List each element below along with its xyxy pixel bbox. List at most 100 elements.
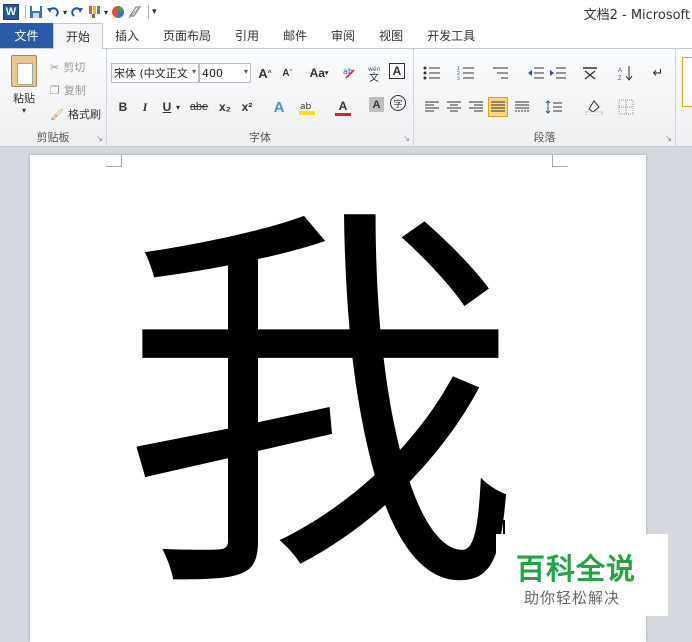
undo-dropdown-icon[interactable]: ▾ bbox=[63, 3, 67, 21]
decrease-indent-icon[interactable] bbox=[526, 63, 546, 83]
clear-formatting-icon[interactable]: ab bbox=[341, 63, 361, 83]
bold-button[interactable]: B bbox=[113, 97, 133, 117]
scissors-icon: ✂ bbox=[50, 60, 60, 74]
color-wheel-icon[interactable] bbox=[111, 3, 125, 21]
caret-down-icon: ˇ bbox=[289, 69, 292, 77]
tab-developer[interactable]: 开发工具 bbox=[415, 23, 487, 48]
highlight-icon[interactable]: ab bbox=[297, 97, 317, 117]
character-border-icon[interactable]: A bbox=[389, 63, 405, 79]
font-color-label: A bbox=[338, 98, 348, 113]
tab-home[interactable]: 开始 bbox=[53, 23, 104, 49]
ribbon: 粘贴 ▾ ✂ 剪切 ❐ 复制 🖌 格式刷 剪贴板 ↘ 宋体 (中文正文 ▾ 40… bbox=[0, 49, 692, 147]
font-group: 宋体 (中文正文 ▾ 400 ▾ A ^ Aˇ Aa ▾ ab wén 文 A B I… bbox=[107, 49, 414, 147]
paragraph-group-label: 段落 bbox=[533, 131, 556, 144]
subscript-button[interactable]: x₂ bbox=[215, 97, 235, 117]
show-marks-icon[interactable]: ↵ bbox=[648, 63, 668, 83]
align-left-icon[interactable] bbox=[422, 97, 442, 117]
multilevel-list-icon[interactable] bbox=[490, 63, 510, 83]
svg-text:Z: Z bbox=[618, 76, 622, 81]
svg-text:A: A bbox=[618, 68, 622, 74]
dialog-launcher-icon[interactable]: ↘ bbox=[665, 134, 672, 143]
margin-corner-mark bbox=[552, 155, 568, 167]
caret-up-icon: ^ bbox=[267, 69, 272, 77]
svg-text:wén: wén bbox=[368, 66, 381, 73]
styles-gallery-edge[interactable] bbox=[682, 57, 692, 107]
bullets-icon[interactable] bbox=[422, 63, 442, 83]
font-name-combo[interactable]: 宋体 (中文正文 ▾ bbox=[111, 63, 199, 83]
underline-dropdown-icon[interactable]: ▾ bbox=[173, 97, 183, 117]
separator bbox=[148, 5, 150, 19]
increase-indent-icon[interactable] bbox=[548, 63, 568, 83]
grow-font-icon[interactable]: A ^ bbox=[255, 63, 275, 83]
clipboard-group: 粘贴 ▾ ✂ 剪切 ❐ 复制 🖌 格式刷 剪贴板 ↘ bbox=[0, 49, 107, 147]
enclose-char-button[interactable]: 字 bbox=[390, 95, 406, 111]
numbering-icon[interactable]: 123 bbox=[456, 63, 476, 83]
font-name-value: 宋体 (中文正文 bbox=[114, 67, 188, 80]
chinese-layout-icon[interactable] bbox=[580, 63, 600, 83]
font-color-button[interactable]: A bbox=[333, 97, 353, 117]
justify-icon[interactable] bbox=[488, 97, 508, 117]
shrink-font-icon[interactable]: Aˇ bbox=[277, 63, 297, 83]
tab-insert[interactable]: 插入 bbox=[103, 23, 151, 48]
sort-icon[interactable]: AZ bbox=[616, 63, 636, 83]
copy-button[interactable]: ❐ 复制 bbox=[50, 82, 86, 98]
redo-icon[interactable] bbox=[70, 3, 84, 21]
dialog-launcher-icon[interactable]: ↘ bbox=[403, 134, 410, 143]
phonetic-guide-icon[interactable]: wén 文 bbox=[365, 63, 385, 83]
document-text[interactable]: 我 bbox=[120, 195, 540, 625]
chevron-down-icon: ▾ bbox=[191, 67, 196, 76]
borders-icon[interactable] bbox=[616, 97, 636, 117]
customize-toolbar-icon[interactable]: ▾ bbox=[152, 3, 157, 21]
tab-mailings[interactable]: 邮件 bbox=[271, 23, 319, 48]
tab-review[interactable]: 审阅 bbox=[319, 23, 367, 48]
copy-icon: ❐ bbox=[50, 83, 60, 97]
char-shading-button[interactable]: A bbox=[369, 97, 384, 112]
brush-dropdown-icon[interactable]: ▾ bbox=[104, 3, 108, 21]
watermark-title: 百科全说 bbox=[516, 552, 637, 586]
copy-label: 复制 bbox=[63, 84, 86, 97]
dialog-launcher-icon[interactable]: ↘ bbox=[96, 134, 103, 143]
grow-font-label: A bbox=[258, 65, 268, 81]
shading-icon[interactable] bbox=[584, 97, 604, 117]
ribbon-tabs: 文件 开始 插入 页面布局 引用 邮件 审阅 视图 开发工具 bbox=[0, 23, 692, 49]
paste-button[interactable]: 粘贴 ▾ bbox=[6, 55, 42, 125]
italic-button[interactable]: I bbox=[135, 97, 155, 117]
tab-references[interactable]: 引用 bbox=[223, 23, 271, 48]
text-effects-icon[interactable]: A bbox=[269, 97, 289, 117]
change-case-icon[interactable]: Aa ▾ bbox=[305, 63, 333, 83]
ruler-area bbox=[0, 147, 692, 155]
clear-format-icon[interactable] bbox=[128, 3, 142, 21]
align-right-icon[interactable] bbox=[466, 97, 486, 117]
chevron-down-icon: ▾ bbox=[324, 70, 329, 77]
svg-text:3: 3 bbox=[457, 76, 460, 81]
tab-page-layout[interactable]: 页面布局 bbox=[151, 23, 223, 48]
brush-icon[interactable] bbox=[87, 3, 101, 21]
separator bbox=[25, 5, 26, 19]
tab-view[interactable]: 视图 bbox=[367, 23, 415, 48]
line-spacing-icon[interactable] bbox=[544, 97, 564, 117]
title-bar: W ▾ ▾ ▾ 文档2 - Microsoft bbox=[0, 0, 692, 24]
undo-icon[interactable] bbox=[46, 3, 60, 21]
save-icon[interactable] bbox=[29, 3, 43, 21]
paste-label: 粘贴 bbox=[13, 92, 35, 105]
change-case-label: Aa bbox=[309, 66, 325, 80]
font-color-swatch bbox=[335, 112, 351, 116]
chevron-down-icon: ▾ bbox=[21, 106, 26, 115]
distributed-icon[interactable] bbox=[512, 97, 532, 117]
cut-button[interactable]: ✂ 剪切 bbox=[50, 59, 85, 75]
format-painter-button[interactable]: 🖌 格式刷 bbox=[50, 106, 101, 122]
margin-corner-mark bbox=[106, 155, 122, 167]
align-center-icon[interactable] bbox=[444, 97, 464, 117]
tab-file[interactable]: 文件 bbox=[0, 23, 53, 48]
shrink-font-label: A bbox=[282, 67, 290, 79]
word-logo-icon[interactable]: W bbox=[3, 4, 19, 20]
superscript-button[interactable]: x² bbox=[237, 97, 257, 117]
clipboard-icon bbox=[11, 55, 37, 87]
watermark-logo: 百科全说 助你轻松解决 bbox=[496, 534, 668, 616]
strikethrough-button[interactable]: abe bbox=[187, 97, 211, 117]
font-size-combo[interactable]: 400 ▾ bbox=[199, 63, 251, 83]
format-painter-label: 格式刷 bbox=[67, 108, 101, 121]
paintbrush-icon: 🖌 bbox=[50, 107, 64, 121]
cut-label: 剪切 bbox=[63, 61, 86, 74]
svg-text:文: 文 bbox=[369, 71, 379, 82]
